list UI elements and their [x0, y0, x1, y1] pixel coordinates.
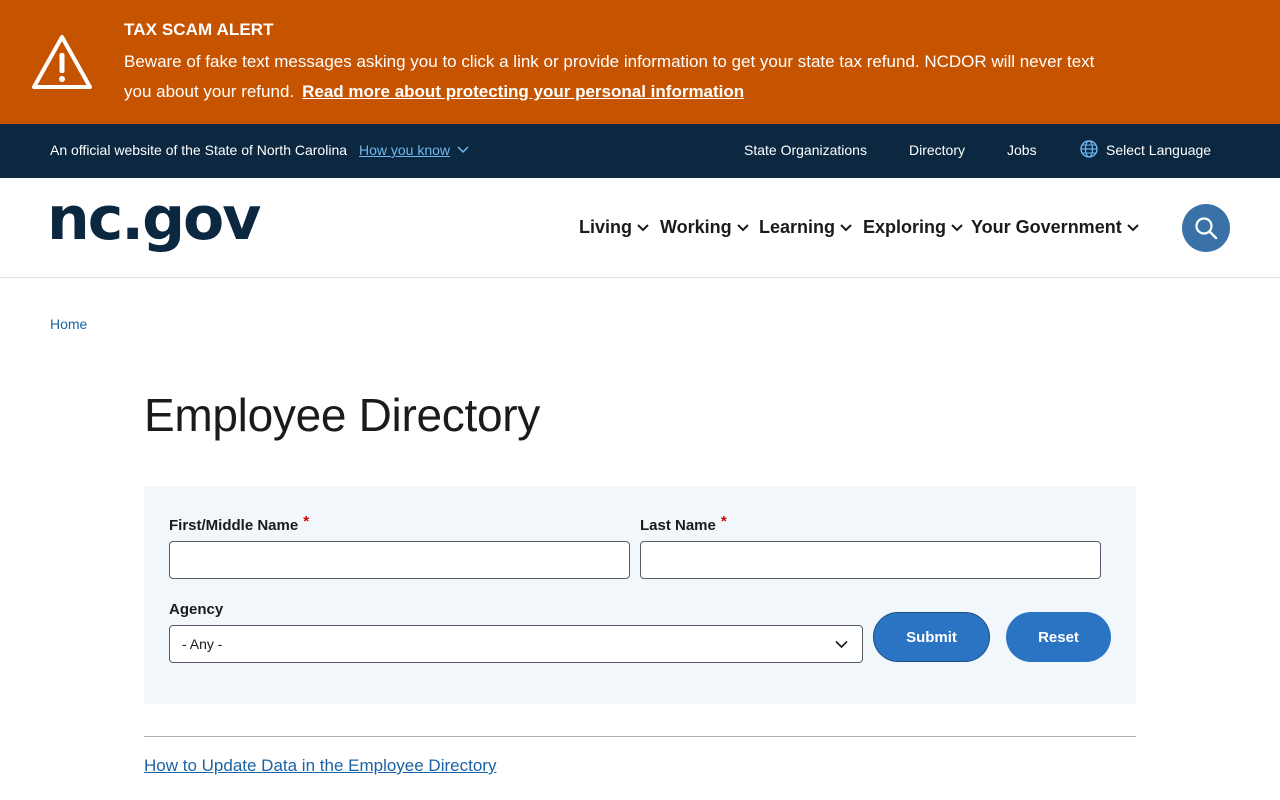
- required-marker: *: [720, 513, 727, 530]
- search-form: First/Middle Name * Last Name * Agency - A…: [144, 486, 1136, 704]
- chevron-down-icon: [457, 146, 469, 154]
- search-icon: [1195, 217, 1218, 240]
- alert-read-more-link[interactable]: Read more about protecting your personal…: [302, 82, 744, 101]
- nav-item-working[interactable]: Working: [660, 217, 749, 238]
- directory-link[interactable]: Directory: [909, 142, 965, 158]
- site-logo[interactable]: nc.gov: [47, 184, 261, 254]
- agency-label: Agency: [169, 601, 224, 618]
- nav-item-living[interactable]: Living: [579, 217, 649, 238]
- chevron-down-icon: [637, 223, 649, 231]
- alert-banner: TAX SCAM ALERT Beware of fake text messa…: [0, 0, 1280, 124]
- search-button[interactable]: [1182, 204, 1230, 252]
- agency-select[interactable]: - Any -: [169, 625, 863, 663]
- submit-button[interactable]: Submit: [873, 612, 990, 662]
- how-you-know-link[interactable]: How you know: [359, 142, 450, 158]
- warning-icon: [32, 35, 92, 89]
- last-name-label: Last Name *: [640, 513, 727, 534]
- last-name-label-text: Last Name: [640, 517, 716, 534]
- nav-item-learning[interactable]: Learning: [759, 217, 852, 238]
- chevron-down-icon: [951, 223, 963, 231]
- chevron-down-icon: [736, 223, 749, 231]
- last-name-input[interactable]: [640, 541, 1101, 579]
- nav-item-label: Working: [660, 217, 732, 237]
- divider: [144, 736, 1136, 737]
- nav-item-label: Living: [579, 217, 632, 237]
- site-header: nc.gov Living Working Learning Exploring…: [0, 178, 1280, 278]
- alert-title: TAX SCAM ALERT: [124, 20, 274, 39]
- chevron-down-icon: [840, 223, 852, 231]
- reset-button[interactable]: Reset: [1006, 612, 1111, 662]
- first-name-label-text: First/Middle Name: [169, 517, 299, 534]
- globe-icon: [1080, 140, 1098, 158]
- state-organizations-link[interactable]: State Organizations: [744, 142, 867, 158]
- nav-item-label: Your Government: [971, 217, 1122, 237]
- alert-message-block: Beware of fake text messages asking you …: [124, 47, 1124, 107]
- nav-item-label: Learning: [759, 217, 836, 237]
- update-directory-data-link[interactable]: How to Update Data in the Employee Direc…: [144, 756, 496, 776]
- chevron-down-icon: [1126, 223, 1139, 231]
- official-site-text: An official website of the State of Nort…: [50, 142, 348, 158]
- jobs-link[interactable]: Jobs: [1007, 142, 1037, 158]
- first-name-input[interactable]: [169, 541, 630, 579]
- chevron-down-icon: [835, 640, 848, 649]
- nav-item-label: Exploring: [863, 217, 947, 237]
- first-name-label: First/Middle Name *: [169, 513, 309, 534]
- nav-item-your-government[interactable]: Your Government: [971, 217, 1139, 238]
- breadcrumb-home[interactable]: Home: [50, 316, 87, 332]
- page-title: Employee Directory: [144, 389, 540, 441]
- agency-selected-value: - Any -: [182, 636, 223, 652]
- nav-item-exploring[interactable]: Exploring: [863, 217, 963, 238]
- required-marker: *: [303, 513, 310, 530]
- select-language-link[interactable]: Select Language: [1106, 142, 1211, 158]
